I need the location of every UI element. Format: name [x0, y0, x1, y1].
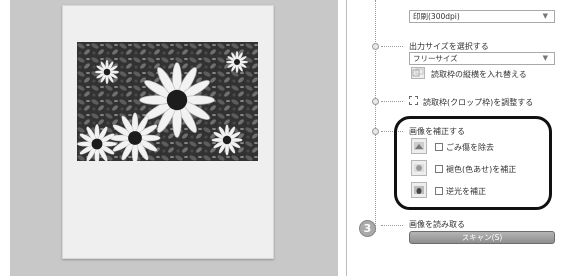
chevron-down-icon: ▼ [542, 12, 548, 20]
crop-connector [381, 101, 403, 102]
crop-bullet [372, 98, 379, 105]
scan-connector [381, 225, 403, 226]
swap-orientation-icon [412, 68, 424, 77]
photo-preview[interactable] [77, 42, 258, 161]
step-connector [375, 0, 376, 232]
crop-frame-label[interactable]: 読取枠(クロップ枠)を調整する [423, 97, 533, 108]
preview-pane [10, 0, 338, 276]
output-size-title: 出力サイズを選択する [409, 42, 489, 51]
output-size-bullet [372, 43, 379, 50]
output-size-value: フリーサイズ [413, 54, 458, 63]
resolution-select[interactable]: 印刷(300dpi) ▼ [409, 10, 555, 23]
crop-frame-icon[interactable] [409, 96, 418, 105]
chevron-down-icon: ▼ [542, 54, 548, 62]
resolution-value: 印刷(300dpi) [413, 12, 460, 21]
scan-step-title: 画像を読み取る [409, 220, 465, 229]
scan-button[interactable]: スキャン(S) [409, 231, 555, 244]
correction-highlight-outline [394, 116, 552, 210]
output-size-select[interactable]: フリーサイズ ▼ [409, 52, 555, 65]
preview-paper [62, 5, 274, 259]
flower-photo [77, 42, 258, 161]
output-size-connector [381, 46, 403, 47]
step-3-badge: 3 [359, 220, 376, 237]
swap-orientation-label: 読取枠の縦横を入れ替える [431, 70, 527, 79]
swap-orientation-button[interactable] [411, 67, 425, 79]
correction-bullet [372, 128, 379, 135]
